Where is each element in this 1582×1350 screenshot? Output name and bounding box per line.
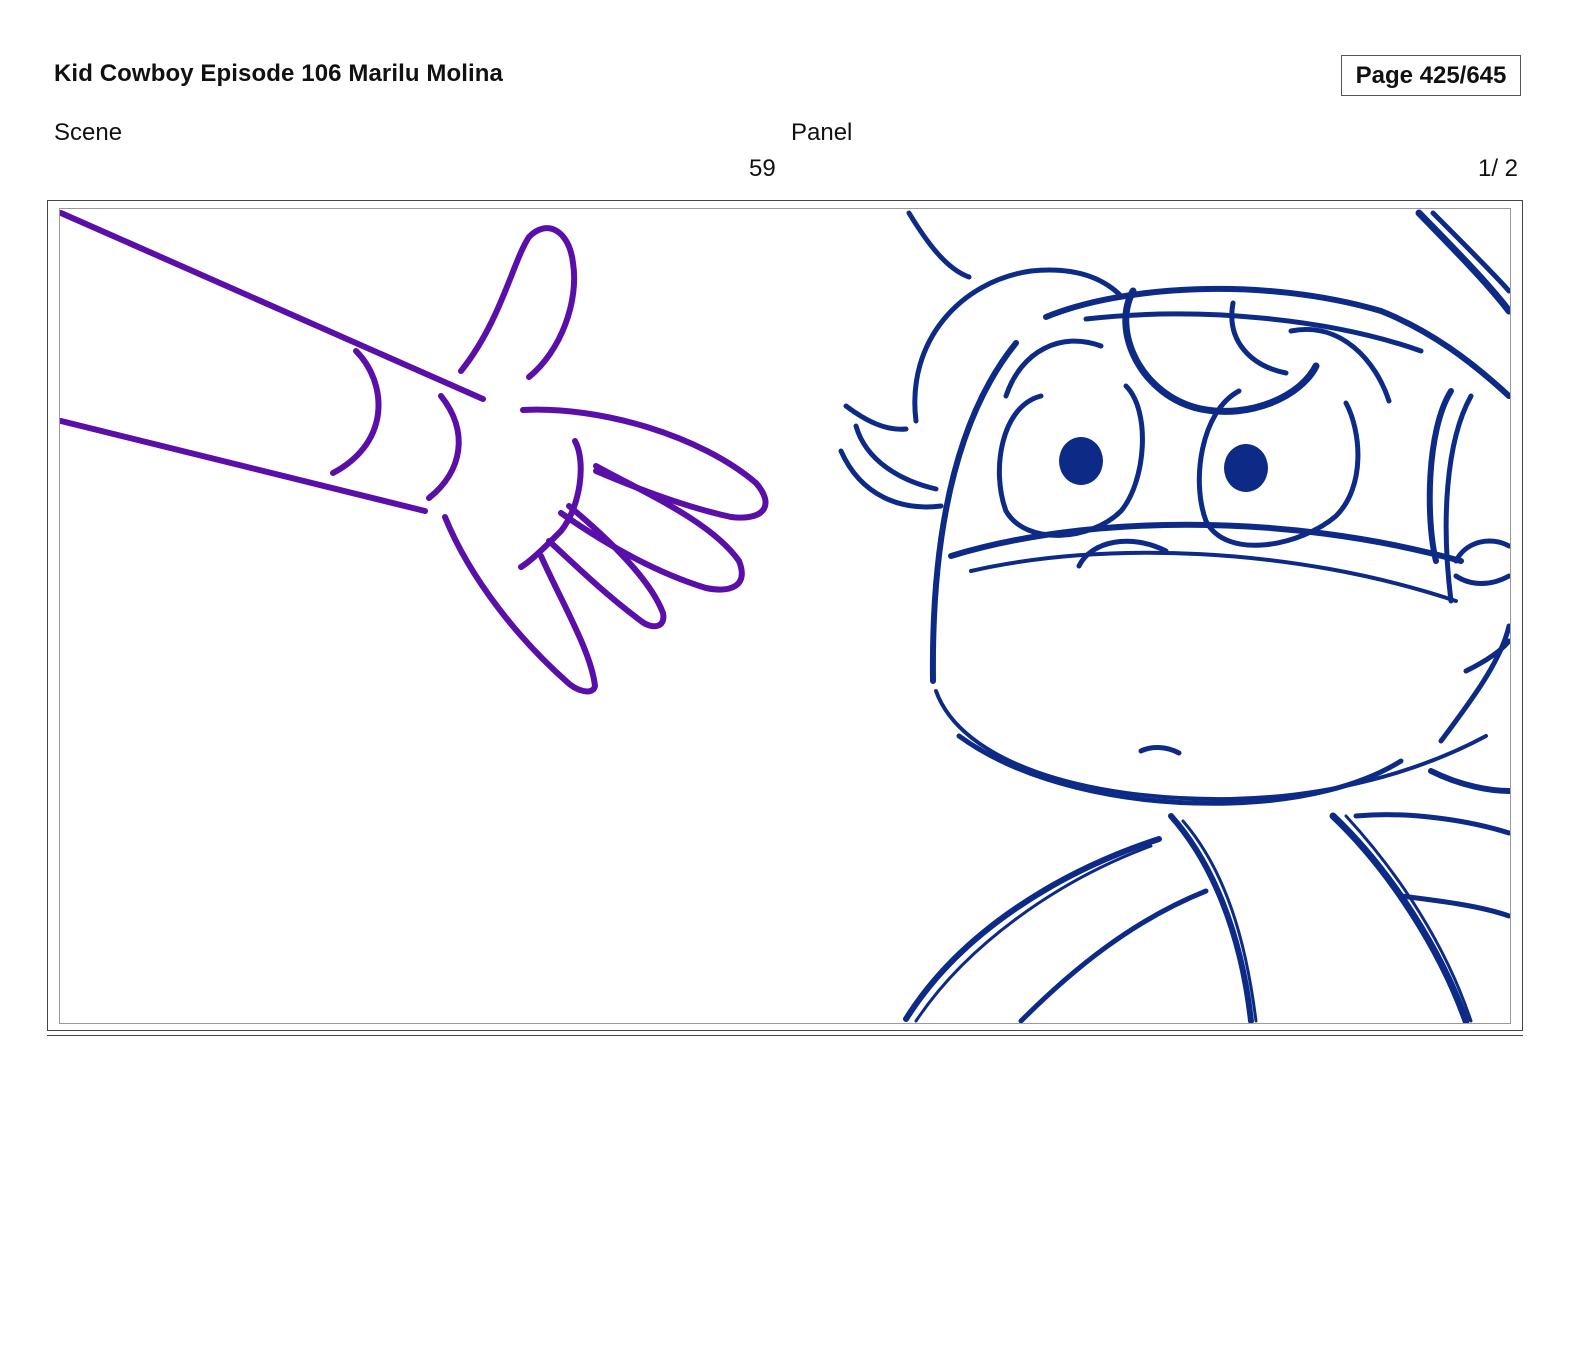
panel-label: Panel [791,119,853,146]
storyboard-sketch [60,209,1510,1023]
reaching-hand-drawing [60,210,769,695]
panel-number: 1/ 2 [1477,155,1518,182]
left-pupil [1059,437,1103,485]
right-pupil [1224,444,1268,492]
bottom-divider [47,1035,1523,1036]
document-title: Kid Cowboy Episode 106 Marilu Molina [54,60,503,87]
scene-label: Scene [54,119,123,146]
storyboard-panel [59,208,1511,1024]
scene-number: 59 [749,155,776,182]
character-face-drawing [838,209,1510,1023]
page-indicator: Page 425/645 [1341,55,1521,96]
